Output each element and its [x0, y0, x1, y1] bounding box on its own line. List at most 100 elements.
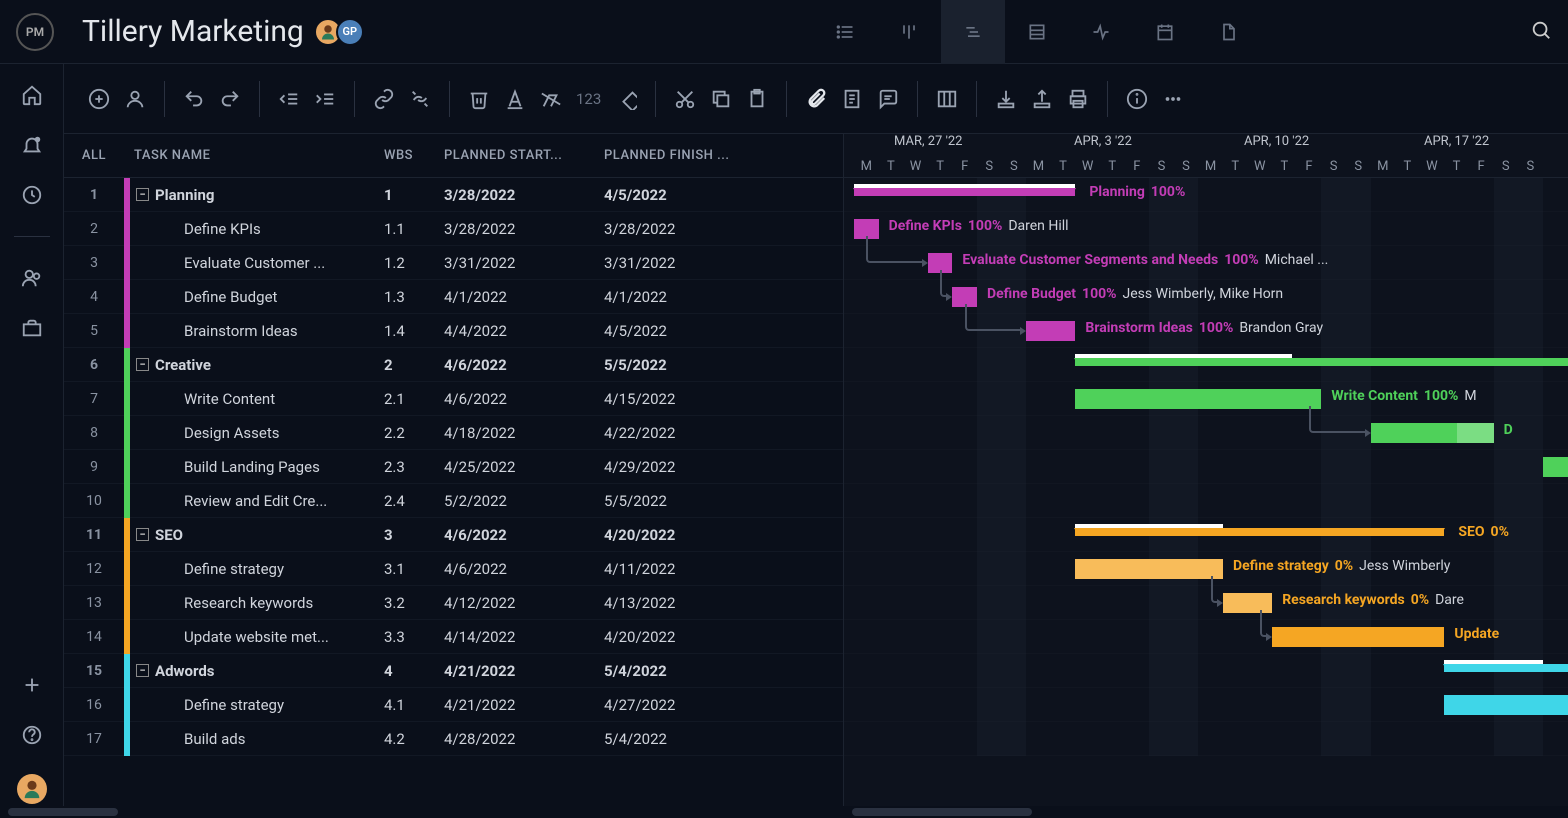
add-icon[interactable]	[21, 674, 43, 696]
add-task-button[interactable]	[88, 88, 110, 110]
task-name-cell[interactable]: Write Content	[130, 390, 384, 408]
wbs-cell[interactable]: 1.4	[384, 322, 444, 340]
task-bar[interactable]	[1272, 627, 1444, 647]
import-button[interactable]	[995, 88, 1017, 110]
task-row[interactable]: 12 Define strategy 3.1 4/6/2022 4/11/202…	[64, 552, 843, 586]
link-button[interactable]	[373, 88, 395, 110]
gantt-row[interactable]: Write Content100%M	[844, 382, 1568, 416]
gantt-row[interactable]	[844, 450, 1568, 484]
gantt-row[interactable]: Define strategy0%Jess Wimberly	[844, 552, 1568, 586]
start-cell[interactable]: 5/2/2022	[444, 492, 604, 510]
finish-cell[interactable]: 4/15/2022	[604, 390, 843, 408]
wbs-cell[interactable]: 1.2	[384, 254, 444, 272]
delete-button[interactable]	[468, 88, 490, 110]
clear-format-button[interactable]	[540, 88, 562, 110]
attach-button[interactable]	[805, 88, 827, 110]
gantt-row[interactable]: Update	[844, 620, 1568, 654]
outdent-button[interactable]	[278, 88, 300, 110]
start-cell[interactable]: 4/6/2022	[444, 526, 604, 544]
task-name-cell[interactable]: Define strategy	[130, 696, 384, 714]
calendar-view-button[interactable]	[1133, 0, 1197, 64]
task-row[interactable]: 9 Build Landing Pages 2.3 4/25/2022 4/29…	[64, 450, 843, 484]
priority-button[interactable]	[615, 88, 637, 110]
recent-icon[interactable]	[21, 184, 43, 206]
paste-button[interactable]	[746, 88, 768, 110]
gantt-row[interactable]: Define KPIs100%Daren Hill	[844, 212, 1568, 246]
start-cell[interactable]: 3/28/2022	[444, 220, 604, 238]
activity-view-button[interactable]	[1069, 0, 1133, 64]
task-row[interactable]: 16 Define strategy 4.1 4/21/2022 4/27/20…	[64, 688, 843, 722]
finish-cell[interactable]: 4/27/2022	[604, 696, 843, 714]
wbs-cell[interactable]: 2.3	[384, 458, 444, 476]
gantt-row[interactable]	[844, 484, 1568, 518]
gantt-row[interactable]	[844, 348, 1568, 382]
board-view-button[interactable]	[877, 0, 941, 64]
task-row[interactable]: 15 − Adwords 4 4/21/2022 5/4/2022	[64, 654, 843, 688]
gantt-row[interactable]: D	[844, 416, 1568, 450]
wbs-cell[interactable]: 2.1	[384, 390, 444, 408]
export-button[interactable]	[1031, 88, 1053, 110]
portfolio-icon[interactable]	[21, 317, 43, 339]
indent-button[interactable]	[314, 88, 336, 110]
collapse-icon[interactable]: −	[136, 358, 149, 371]
wbs-cell[interactable]: 2.2	[384, 424, 444, 442]
task-row[interactable]: 11 − SEO 3 4/6/2022 4/20/2022	[64, 518, 843, 552]
task-row[interactable]: 10 Review and Edit Cre... 2.4 5/2/2022 5…	[64, 484, 843, 518]
task-bar[interactable]	[1543, 457, 1568, 477]
gantt-row[interactable]: Planning100%	[844, 178, 1568, 212]
project-title[interactable]: Tillery Marketing	[82, 14, 304, 49]
start-cell[interactable]: 4/1/2022	[444, 288, 604, 306]
wbs-cell[interactable]: 3	[384, 526, 444, 544]
task-name-cell[interactable]: Review and Edit Cre...	[130, 492, 384, 510]
task-bar[interactable]	[1026, 321, 1075, 341]
wbs-cell[interactable]: 1	[384, 186, 444, 204]
collapse-icon[interactable]: −	[136, 188, 149, 201]
task-name-cell[interactable]: Define Budget	[130, 288, 384, 306]
wbs-cell[interactable]: 2	[384, 356, 444, 374]
wbs-cell[interactable]: 3.2	[384, 594, 444, 612]
finish-cell[interactable]: 4/20/2022	[604, 526, 843, 544]
finish-cell[interactable]: 3/31/2022	[604, 254, 843, 272]
col-finish[interactable]: PLANNED FINISH ...	[604, 148, 843, 163]
gantt-view-button[interactable]	[941, 0, 1005, 64]
finish-cell[interactable]: 3/28/2022	[604, 220, 843, 238]
task-name-cell[interactable]: Define KPIs	[130, 220, 384, 238]
task-row[interactable]: 1 − Planning 1 3/28/2022 4/5/2022	[64, 178, 843, 212]
summary-bar[interactable]	[1075, 528, 1444, 536]
task-name-cell[interactable]: − Creative	[130, 356, 384, 374]
print-button[interactable]	[1067, 88, 1089, 110]
finish-cell[interactable]: 4/22/2022	[604, 424, 843, 442]
finish-cell[interactable]: 4/29/2022	[604, 458, 843, 476]
files-view-button[interactable]	[1197, 0, 1261, 64]
gantt-row[interactable]: Evaluate Customer Segments and Needs100%…	[844, 246, 1568, 280]
collapse-icon[interactable]: −	[136, 528, 149, 541]
search-icon[interactable]	[1530, 19, 1552, 45]
task-row[interactable]: 17 Build ads 4.2 4/28/2022 5/4/2022	[64, 722, 843, 756]
comments-button[interactable]	[877, 88, 899, 110]
start-cell[interactable]: 4/28/2022	[444, 730, 604, 748]
assign-button[interactable]	[124, 88, 146, 110]
wbs-cell[interactable]: 4.1	[384, 696, 444, 714]
wbs-cell[interactable]: 3.3	[384, 628, 444, 646]
gantt-row[interactable]: SEO0%	[844, 518, 1568, 552]
start-cell[interactable]: 4/12/2022	[444, 594, 604, 612]
task-bar[interactable]	[1075, 389, 1321, 409]
task-row[interactable]: 8 Design Assets 2.2 4/18/2022 4/22/2022	[64, 416, 843, 450]
start-cell[interactable]: 4/14/2022	[444, 628, 604, 646]
task-bar[interactable]	[1075, 559, 1223, 579]
task-bar[interactable]	[1444, 695, 1568, 715]
task-name-cell[interactable]: − Planning	[130, 186, 384, 204]
task-name-cell[interactable]: − SEO	[130, 526, 384, 544]
start-cell[interactable]: 4/25/2022	[444, 458, 604, 476]
user-avatar[interactable]	[17, 774, 47, 804]
task-row[interactable]: 4 Define Budget 1.3 4/1/2022 4/1/2022	[64, 280, 843, 314]
start-cell[interactable]: 3/28/2022	[444, 186, 604, 204]
task-name-cell[interactable]: Update website met...	[130, 628, 384, 646]
collapse-icon[interactable]: −	[136, 664, 149, 677]
finish-cell[interactable]: 4/1/2022	[604, 288, 843, 306]
copy-button[interactable]	[710, 88, 732, 110]
start-cell[interactable]: 4/18/2022	[444, 424, 604, 442]
undo-button[interactable]	[183, 88, 205, 110]
notes-button[interactable]	[841, 88, 863, 110]
finish-cell[interactable]: 5/4/2022	[604, 730, 843, 748]
